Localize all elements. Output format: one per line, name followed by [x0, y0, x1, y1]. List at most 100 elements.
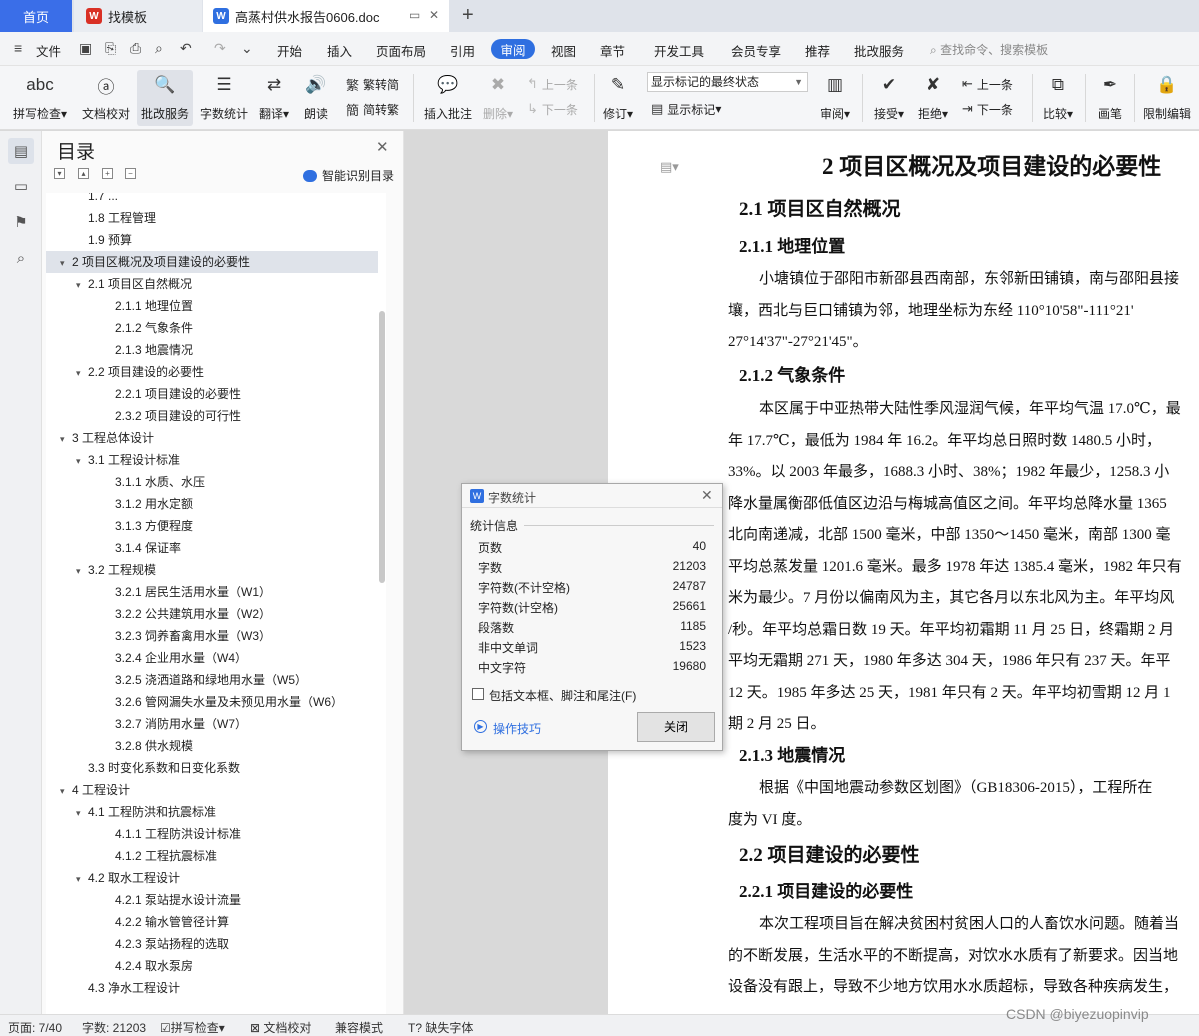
- chevron-down-icon[interactable]: ▾: [76, 560, 88, 582]
- spellcheck-button[interactable]: abc 拼写检查▾: [10, 70, 70, 126]
- close-button[interactable]: 关闭: [637, 712, 715, 742]
- include-textbox-label[interactable]: 包括文本框、脚注和尾注(F): [489, 687, 636, 704]
- translate-button[interactable]: ⇄ 翻译▾: [256, 70, 292, 126]
- menu-developer[interactable]: 开发工具: [654, 41, 704, 60]
- add-heading-icon[interactable]: +: [102, 168, 113, 179]
- chevron-down-icon[interactable]: ▾: [76, 274, 88, 296]
- hamburger-icon[interactable]: ≡: [14, 40, 22, 56]
- toc-item[interactable]: 3.2.5 浇洒道路和绿地用水量（W5）: [46, 669, 378, 691]
- chevron-down-icon[interactable]: ▾: [76, 362, 88, 384]
- close-icon[interactable]: ✕: [376, 138, 389, 156]
- toc-item[interactable]: ▾ 2.2 项目建设的必要性: [46, 361, 378, 383]
- prev-comment-button[interactable]: ↰ 上一条: [527, 74, 578, 94]
- tab-pin-icon[interactable]: ▭: [409, 8, 420, 22]
- smart-toc-button[interactable]: 智能识别目录: [303, 167, 394, 184]
- tips-icon[interactable]: ▶: [474, 720, 487, 733]
- toc-scrollbar[interactable]: [379, 311, 385, 583]
- menu-chapter[interactable]: 章节: [600, 41, 625, 60]
- to-simplified-button[interactable]: 簡简转繁: [346, 99, 399, 119]
- menu-correction[interactable]: 批改服务: [854, 41, 904, 60]
- menu-insert[interactable]: 插入: [327, 41, 352, 60]
- toc-item[interactable]: 3.1.3 方便程度: [46, 515, 378, 537]
- undo-icon[interactable]: ↶: [180, 40, 192, 57]
- toc-item[interactable]: 3.3 时变化系数和日变化系数: [46, 757, 378, 779]
- compat-mode[interactable]: 兼容模式: [335, 1019, 383, 1036]
- review-pane-button[interactable]: ▥ 审阅▾: [817, 70, 853, 126]
- toc-panel-icon[interactable]: ▤: [8, 138, 34, 164]
- compare-button[interactable]: ⧉ 比较▾: [1039, 70, 1077, 126]
- proof-status[interactable]: ⊠ 文档校对: [250, 1019, 311, 1036]
- toc-item[interactable]: 4.2.2 输水管管径计算: [46, 911, 378, 933]
- menu-file[interactable]: 文件: [36, 41, 61, 60]
- word-count-indicator[interactable]: 字数: 21203: [82, 1019, 146, 1036]
- chevron-down-icon[interactable]: ▾: [76, 868, 88, 890]
- menu-reference[interactable]: 引用: [450, 41, 475, 60]
- word-count-button[interactable]: ☰ 字数统计: [198, 70, 250, 126]
- toc-item[interactable]: 2.1.3 地震情况: [46, 339, 378, 361]
- preview-icon[interactable]: ⌕: [155, 40, 163, 57]
- print-icon[interactable]: ⎙: [130, 40, 141, 57]
- toc-item[interactable]: ▾ 4 工程设计: [46, 779, 378, 801]
- toc-item[interactable]: 4.1.1 工程防洪设计标准: [46, 823, 378, 845]
- toc-item[interactable]: 2.1.2 气象条件: [46, 317, 378, 339]
- toc-item[interactable]: 3.1.1 水质、水压: [46, 471, 378, 493]
- reject-button[interactable]: ✘ 拒绝▾: [914, 70, 952, 126]
- close-icon[interactable]: ✕: [701, 487, 713, 504]
- search-icon[interactable]: ⌕: [8, 245, 34, 271]
- toc-item[interactable]: ▾ 3.1 工程设计标准: [46, 449, 378, 471]
- toc-item[interactable]: ▾ 4.1 工程防洪和抗震标准: [46, 801, 378, 823]
- redo-icon[interactable]: ↷: [214, 40, 226, 57]
- correction-service-button[interactable]: 🔍 批改服务: [137, 70, 193, 126]
- next-change-button[interactable]: ⇥ 下一条: [962, 99, 1013, 119]
- tab-home[interactable]: 首页: [0, 0, 72, 32]
- toc-item[interactable]: 4.2.4 取水泵房: [46, 955, 378, 977]
- toc-item[interactable]: 3.2.8 供水规模: [46, 735, 378, 757]
- chapter-nav-icon[interactable]: ▭: [8, 173, 34, 199]
- toc-item[interactable]: 3.2.4 企业用水量（W4）: [46, 647, 378, 669]
- toc-item[interactable]: 2.1.1 地理位置: [46, 295, 378, 317]
- toc-item[interactable]: ▾ 2 项目区概况及项目建设的必要性: [46, 251, 378, 273]
- new-tab-button[interactable]: +: [462, 4, 474, 27]
- toc-item[interactable]: 1.7 ...: [46, 193, 378, 207]
- accept-button[interactable]: ✔ 接受▾: [870, 70, 908, 126]
- toc-item[interactable]: ▾ 3 工程总体设计: [46, 427, 378, 449]
- toc-item[interactable]: 4.3 净水工程设计: [46, 977, 378, 999]
- bookmark-icon[interactable]: ⚑: [8, 209, 34, 235]
- show-markup-button[interactable]: ▤ 显示标记 ▾: [651, 99, 721, 119]
- more-icon[interactable]: ⌄: [241, 40, 253, 57]
- tips-link[interactable]: 操作技巧: [493, 720, 541, 737]
- toc-item[interactable]: ▾ 3.2 工程规模: [46, 559, 378, 581]
- toc-item[interactable]: 3.1.2 用水定额: [46, 493, 378, 515]
- toc-item[interactable]: ▾ 4.2 取水工程设计: [46, 867, 378, 889]
- chevron-down-icon[interactable]: ▾: [60, 780, 72, 802]
- toc-item[interactable]: 3.1.4 保证率: [46, 537, 378, 559]
- expand-all-icon[interactable]: ▴: [78, 168, 89, 179]
- command-search[interactable]: ⌕ 查找命令、搜索模板: [930, 41, 1048, 58]
- toc-item[interactable]: 2.2.1 项目建设的必要性: [46, 383, 378, 405]
- next-comment-button[interactable]: ↳ 下一条: [527, 99, 578, 119]
- prev-change-button[interactable]: ⇤ 上一条: [962, 74, 1013, 94]
- markup-state-select[interactable]: 显示标记的最终状态 ▼: [647, 72, 808, 92]
- toc-item[interactable]: ▾ 2.1 项目区自然概况: [46, 273, 378, 295]
- toc-item[interactable]: 3.2.7 消防用水量（W7）: [46, 713, 378, 735]
- restrict-edit-button[interactable]: 🔒 限制编辑: [1140, 70, 1194, 126]
- chevron-down-icon[interactable]: ▾: [60, 252, 72, 274]
- menu-member[interactable]: 会员专享: [731, 41, 781, 60]
- page-menu-icon[interactable]: ▤▾: [660, 159, 679, 175]
- chevron-down-icon[interactable]: ▾: [76, 450, 88, 472]
- remove-heading-icon[interactable]: −: [125, 168, 136, 179]
- toc-item[interactable]: 4.1.2 工程抗震标准: [46, 845, 378, 867]
- missing-font-status[interactable]: T? 缺失字体: [408, 1019, 473, 1036]
- to-traditional-button[interactable]: 繁繁转简: [346, 74, 399, 94]
- toc-item[interactable]: 3.2.1 居民生活用水量（W1）: [46, 581, 378, 603]
- menu-review[interactable]: 审阅: [491, 39, 535, 59]
- toc-item[interactable]: 4.2.1 泵站提水设计流量: [46, 889, 378, 911]
- chevron-down-icon[interactable]: ▾: [60, 428, 72, 450]
- toc-item[interactable]: 3.2.3 饲养畜禽用水量（W3）: [46, 625, 378, 647]
- menu-start[interactable]: 开始: [277, 41, 302, 60]
- toc-item[interactable]: 1.8 工程管理: [46, 207, 378, 229]
- include-textbox-checkbox[interactable]: [472, 688, 484, 700]
- toc-item[interactable]: 3.2.2 公共建筑用水量（W2）: [46, 603, 378, 625]
- chevron-down-icon[interactable]: ▾: [76, 802, 88, 824]
- menu-recommend[interactable]: 推荐: [805, 41, 830, 60]
